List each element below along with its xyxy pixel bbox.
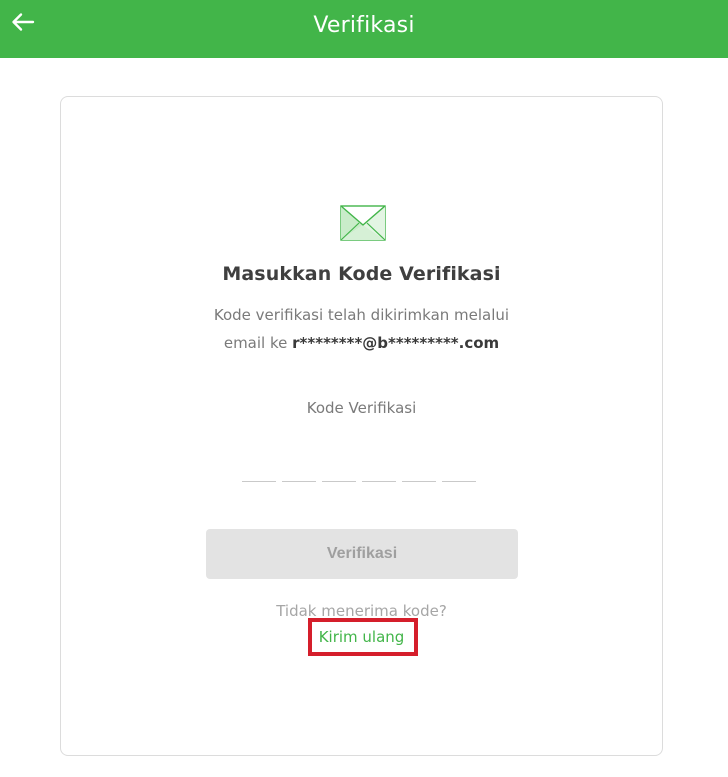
code-label: Kode Verifikasi xyxy=(306,399,417,417)
verification-heading: Masukkan Kode Verifikasi xyxy=(222,263,501,285)
envelope-icon xyxy=(340,205,386,241)
description-line-2: email ke r********@b*********.com xyxy=(61,329,662,357)
code-digit-input[interactable] xyxy=(362,463,396,482)
email-prefix: email ke xyxy=(223,334,288,352)
top-bar: Verifikasi xyxy=(0,0,728,58)
verification-description: Kode verifikasi telah dikirimkan melalui… xyxy=(61,301,662,357)
code-digit-input[interactable] xyxy=(402,463,436,482)
code-digit-input[interactable] xyxy=(442,463,476,482)
code-digit-input[interactable] xyxy=(242,463,276,482)
code-digit-input[interactable] xyxy=(282,463,316,482)
resend-link[interactable]: Kirim ulang xyxy=(61,628,662,646)
verify-button[interactable]: Verifikasi xyxy=(206,529,518,579)
code-input-group xyxy=(242,463,482,482)
code-digit-input[interactable] xyxy=(322,463,356,482)
masked-email: r********@b*********.com xyxy=(292,334,500,352)
page-title: Verifikasi xyxy=(313,13,415,38)
verification-card: Masukkan Kode Verifikasi Kode verifikasi… xyxy=(60,96,663,756)
description-line-1: Kode verifikasi telah dikirimkan melalui xyxy=(213,306,510,324)
